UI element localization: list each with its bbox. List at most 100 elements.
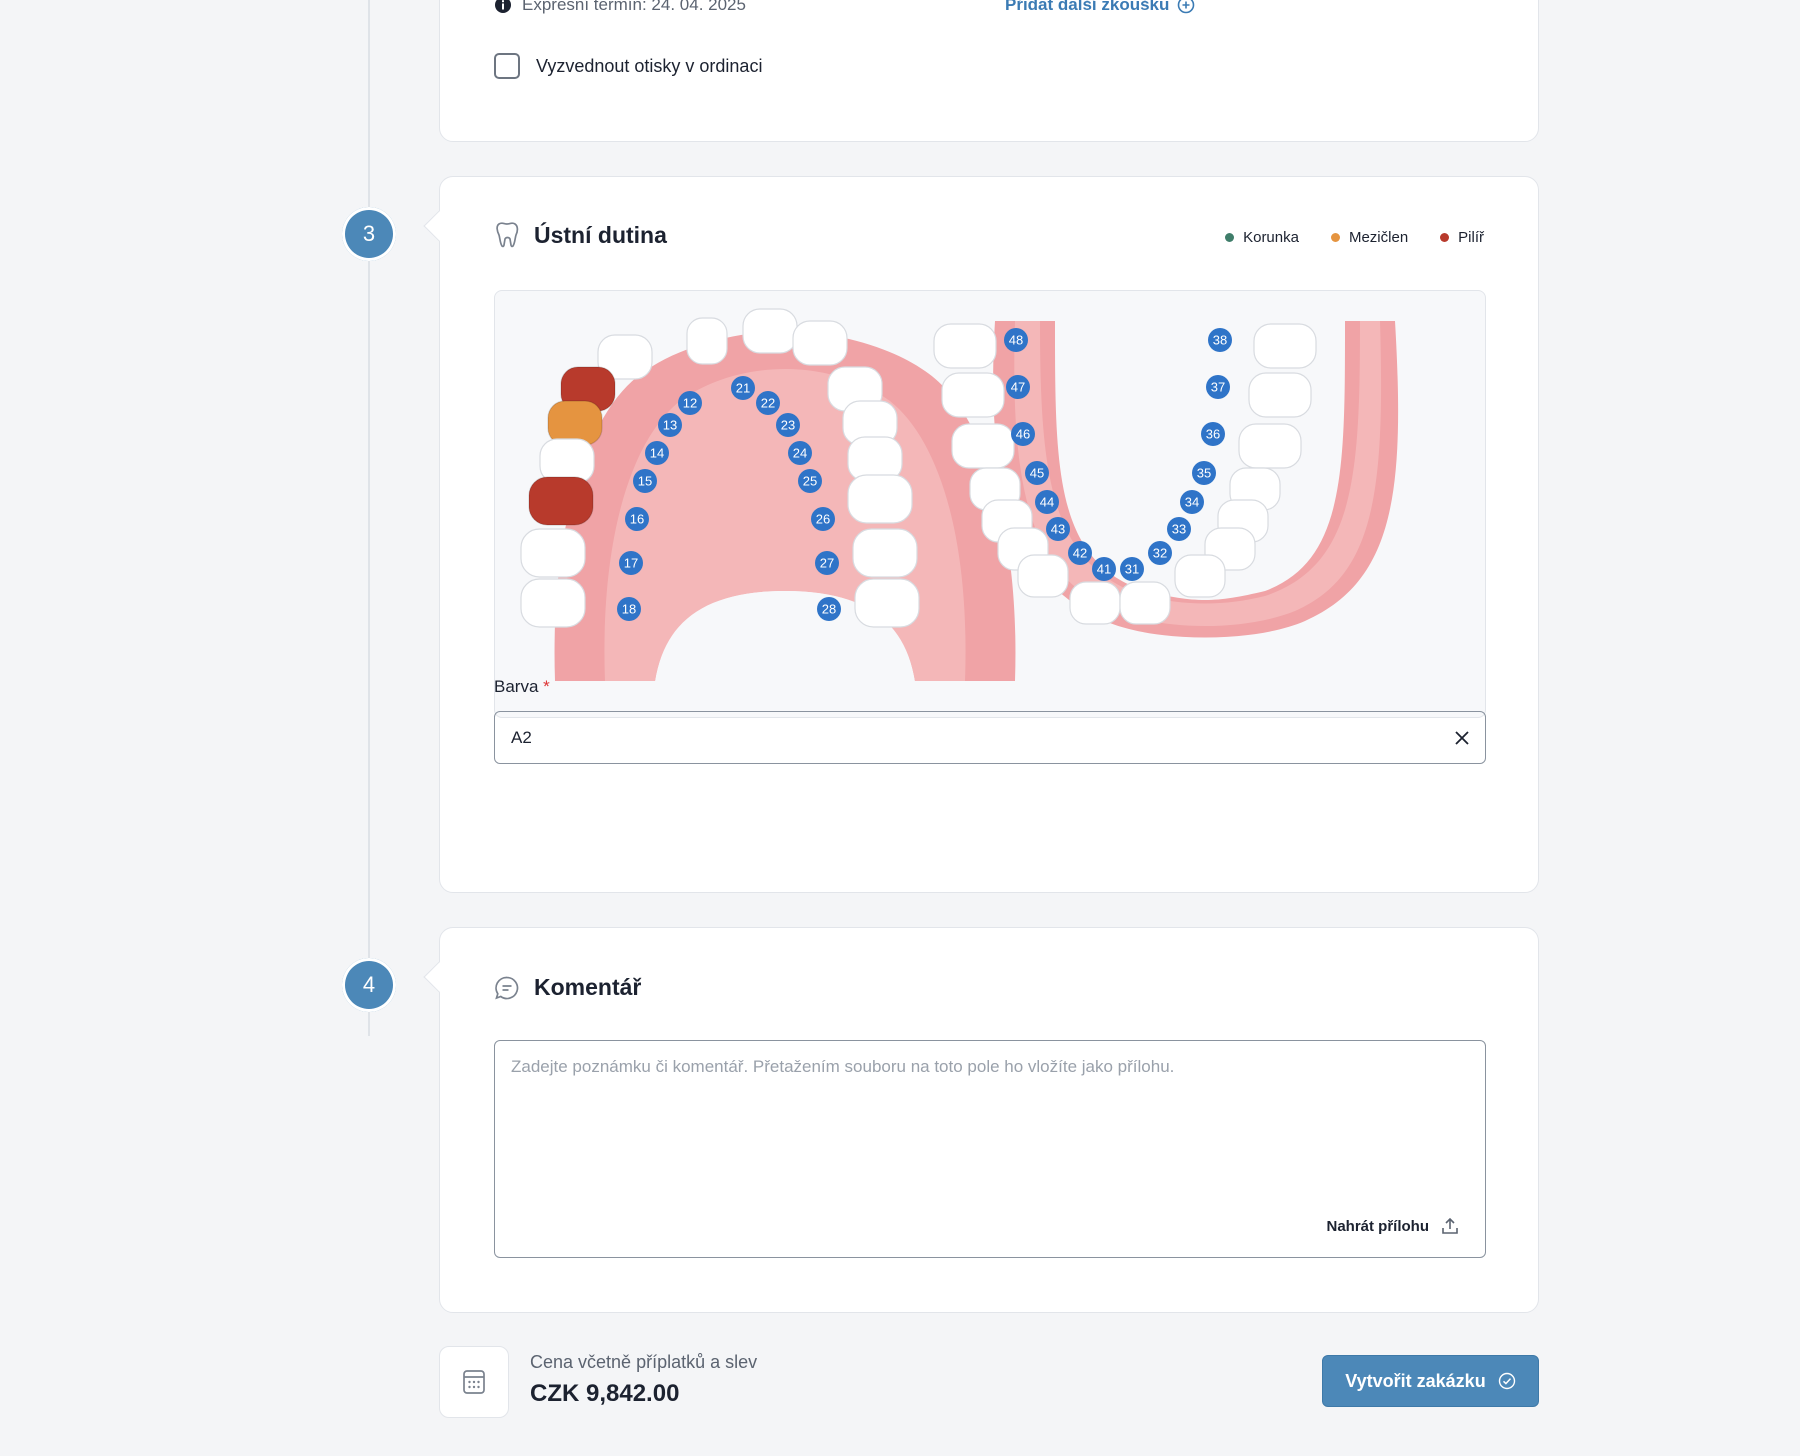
tooth-number-text: 18 (622, 602, 636, 617)
tooth-number-text: 23 (781, 418, 795, 433)
tooth-number-18[interactable]: 18 (617, 597, 641, 621)
tooth-number-25[interactable]: 25 (798, 469, 822, 493)
tooth-number-26[interactable]: 26 (811, 507, 835, 531)
tooth-21[interactable] (742, 308, 798, 354)
add-fitting-link[interactable]: Přidat další zkoušku (1005, 0, 1195, 15)
tooth-number-34[interactable]: 34 (1180, 490, 1204, 514)
tooth-46[interactable] (951, 423, 1015, 469)
tooth-number-text: 31 (1125, 562, 1139, 577)
step-4-number: 4 (362, 972, 376, 997)
tooth-number-28[interactable]: 28 (817, 597, 841, 621)
add-fitting-label: Přidat další zkoušku (1005, 0, 1170, 14)
card-notch (423, 210, 455, 242)
tooth-number-text: 46 (1016, 427, 1030, 442)
tooth-number-35[interactable]: 35 (1192, 461, 1216, 485)
tooth-28[interactable] (854, 578, 920, 628)
legend-label-crown: Korunka (1243, 229, 1299, 246)
check-circle-icon (1498, 1372, 1515, 1390)
tooth-36[interactable] (1238, 423, 1302, 469)
price-calculator-box (439, 1346, 509, 1418)
tooth-number-43[interactable]: 43 (1046, 517, 1070, 541)
upload-label: Nahrát přílohu (1326, 1217, 1429, 1235)
tooth-38[interactable] (1253, 323, 1317, 369)
legend-dot-abutment (1440, 233, 1450, 242)
tooth-number-31[interactable]: 31 (1120, 557, 1144, 581)
create-order-button[interactable]: Vytvořit zakázku (1322, 1355, 1539, 1407)
tooth-number-47[interactable]: 47 (1006, 375, 1030, 399)
pickup-label: Vyzvednout otisky v ordinaci (536, 55, 763, 76)
tooth-number-24[interactable]: 24 (788, 441, 812, 465)
tooth-number-42[interactable]: 42 (1068, 541, 1092, 565)
comment-title: Komentář (534, 974, 642, 1000)
tooth-47[interactable] (941, 372, 1005, 418)
color-select-value: A2 (511, 727, 532, 747)
tooth-number-16[interactable]: 16 (625, 507, 649, 531)
tooth-number-15[interactable]: 15 (633, 469, 657, 493)
pickup-checkbox-row[interactable]: Vyzvednout otisky v ordinaci (494, 53, 762, 79)
legend-item-crown: Korunka (1225, 229, 1299, 246)
tooth-number-22[interactable]: 22 (756, 391, 780, 415)
legend-item-pontic: Mezičlen (1330, 229, 1409, 246)
comment-textarea[interactable]: Zadejte poznámku či komentář. Přetažením… (494, 1040, 1486, 1258)
tooth-number-48[interactable]: 48 (1004, 328, 1028, 352)
upload-attachment-button[interactable]: Nahrát přílohu (1326, 1217, 1459, 1235)
tooth-number-41[interactable]: 41 (1092, 557, 1116, 581)
card-comment: Komentář Zadejte poznámku či komentář. P… (423, 927, 1539, 1313)
tooth-number-text: 42 (1073, 546, 1087, 561)
tooth-number-text: 38 (1213, 333, 1227, 348)
tooth-27[interactable] (852, 528, 918, 578)
tooth-legend: Korunka Mezičlen Pilíř (1225, 229, 1484, 246)
tooth-number-text: 34 (1185, 495, 1199, 510)
color-select[interactable]: A2 (494, 711, 1486, 764)
tooth-number-text: 32 (1153, 546, 1167, 561)
chat-icon (495, 976, 519, 999)
tooth-number-36[interactable]: 36 (1201, 422, 1225, 446)
tooth-number-45[interactable]: 45 (1025, 461, 1049, 485)
tooth-31[interactable] (1119, 581, 1171, 625)
tooth-number-33[interactable]: 33 (1167, 517, 1191, 541)
tooth-chart: 12 21 22 13 23 14 24 15 25 16 26 17 27 18 28 48 38 47 37 46… (494, 290, 1486, 718)
color-field-label: Barva * (494, 677, 550, 697)
timeline-line (368, 0, 370, 1036)
tooth-41[interactable] (1069, 581, 1121, 625)
tooth-number-14[interactable]: 14 (645, 441, 669, 465)
tooth-number-text: 15 (638, 474, 652, 489)
tooth-number-23[interactable]: 23 (776, 413, 800, 437)
legend-dot-crown (1225, 233, 1235, 242)
tooth-number-32[interactable]: 32 (1148, 541, 1172, 565)
card-notch (423, 961, 455, 993)
tooth-32[interactable] (1174, 554, 1226, 598)
tooth-17[interactable] (520, 528, 586, 578)
legend-item-abutment: Pilíř (1440, 229, 1484, 246)
tooth-number-17[interactable]: 17 (619, 551, 643, 575)
pickup-checkbox[interactable] (494, 53, 520, 79)
info-icon (495, 0, 511, 13)
tooth-26[interactable] (847, 474, 913, 524)
tooth-number-text: 48 (1009, 333, 1023, 348)
tooth-number-46[interactable]: 46 (1011, 422, 1035, 446)
tooth-number-13[interactable]: 13 (658, 413, 682, 437)
tooth-number-38[interactable]: 38 (1208, 328, 1232, 352)
tooth-number-text: 17 (624, 556, 638, 571)
legend-label-pontic: Mezičlen (1348, 229, 1409, 246)
tooth-chart-svg: 12 21 22 13 23 14 24 15 25 16 26 17 27 18 28 48 38 47 37 46… (520, 308, 1399, 691)
create-order-label: Vytvořit zakázku (1345, 1370, 1486, 1391)
tooth-42[interactable] (1017, 554, 1069, 598)
tooth-number-text: 44 (1040, 495, 1054, 510)
tooth-37[interactable] (1248, 372, 1312, 418)
tooth-16[interactable] (528, 476, 594, 526)
tooth-18[interactable] (520, 578, 586, 628)
tooth-number-27[interactable]: 27 (815, 551, 839, 575)
tooth-22[interactable] (792, 320, 848, 366)
comment-placeholder: Zadejte poznámku či komentář. Přetažením… (511, 1057, 1175, 1076)
tooth-number-12[interactable]: 12 (678, 391, 702, 415)
tooth-48[interactable] (933, 323, 997, 369)
tooth-11[interactable] (686, 317, 728, 365)
oral-cavity-heading: Ústní dutina (494, 221, 667, 249)
clear-icon[interactable] (1455, 730, 1469, 745)
tooth-number-44[interactable]: 44 (1035, 490, 1059, 514)
tooth-number-21[interactable]: 21 (731, 376, 755, 400)
tooth-number-37[interactable]: 37 (1206, 375, 1230, 399)
tooth-number-text: 36 (1206, 427, 1220, 442)
express-note: Expresní termín: 24. 04. 2025 (494, 0, 746, 15)
